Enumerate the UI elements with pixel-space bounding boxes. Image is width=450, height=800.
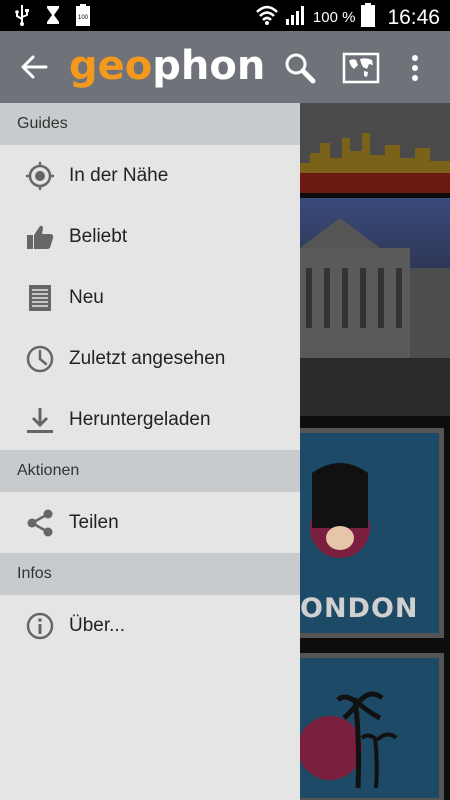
drawer-item-nearby[interactable]: In der Nähe [0, 145, 300, 206]
search-icon[interactable] [283, 51, 317, 85]
download-icon [24, 404, 56, 436]
drawer-item-popular[interactable]: Beliebt [0, 206, 300, 267]
skyline-image [300, 103, 450, 193]
drawer-item-new[interactable]: Neu [0, 267, 300, 328]
drawer-item-recent[interactable]: Zuletzt angesehen [0, 328, 300, 389]
drawer-item-about[interactable]: Über... [0, 595, 300, 656]
drawer-item-label: Teilen [69, 511, 119, 533]
status-bar-left: 100 [14, 4, 90, 31]
london-poster: ONDON [300, 428, 444, 638]
signal-icon [285, 4, 307, 31]
location-target-icon [24, 160, 56, 192]
background-content: ONDON [300, 103, 450, 800]
drawer-item-label: Zuletzt angesehen [69, 347, 226, 369]
usb-icon [14, 4, 30, 31]
status-bar: 100 100 % 16:46 [0, 0, 450, 31]
clock: 16:46 [387, 5, 440, 29]
back-arrow-icon[interactable] [20, 53, 48, 81]
app-logo: geophon [69, 43, 265, 89]
list-document-icon [24, 282, 56, 314]
section-header-infos: Infos [0, 553, 300, 595]
section-header-guides: Guides [0, 103, 300, 145]
svg-text:100: 100 [78, 15, 89, 21]
drawer-item-label: Beliebt [69, 225, 128, 247]
map-icon[interactable] [342, 51, 380, 85]
drawer-item-label: In der Nähe [69, 164, 169, 186]
share-icon [24, 507, 56, 539]
building-photo [300, 198, 450, 416]
info-icon [24, 610, 56, 642]
battery-percent: 100 % [312, 9, 356, 26]
battery-icon [361, 3, 376, 32]
drawer-item-downloaded[interactable]: Heruntergeladen [0, 389, 300, 450]
wifi-icon [255, 4, 279, 31]
hourglass-icon [46, 5, 60, 30]
drawer-item-label: Über... [69, 614, 125, 636]
drawer-item-label: Heruntergeladen [69, 408, 211, 430]
overflow-menu-icon[interactable] [405, 51, 425, 85]
section-header-actions: Aktionen [0, 450, 300, 492]
navigation-drawer: Guides In der Nähe Beliebt Neu Zuletzt a… [0, 103, 300, 800]
london-title: ONDON [300, 593, 419, 624]
thumbs-up-icon [24, 221, 56, 253]
drawer-item-share[interactable]: Teilen [0, 492, 300, 553]
logo-phon: phon [152, 43, 266, 89]
drawer-item-label: Neu [69, 286, 104, 308]
status-bar-right: 100 % 16:46 [255, 3, 440, 32]
logo-geo: geo [69, 43, 153, 89]
clock-icon [24, 343, 56, 375]
battery-full-small-icon: 100 [76, 4, 90, 31]
second-poster [300, 653, 444, 800]
app-bar: geophon [0, 31, 450, 103]
